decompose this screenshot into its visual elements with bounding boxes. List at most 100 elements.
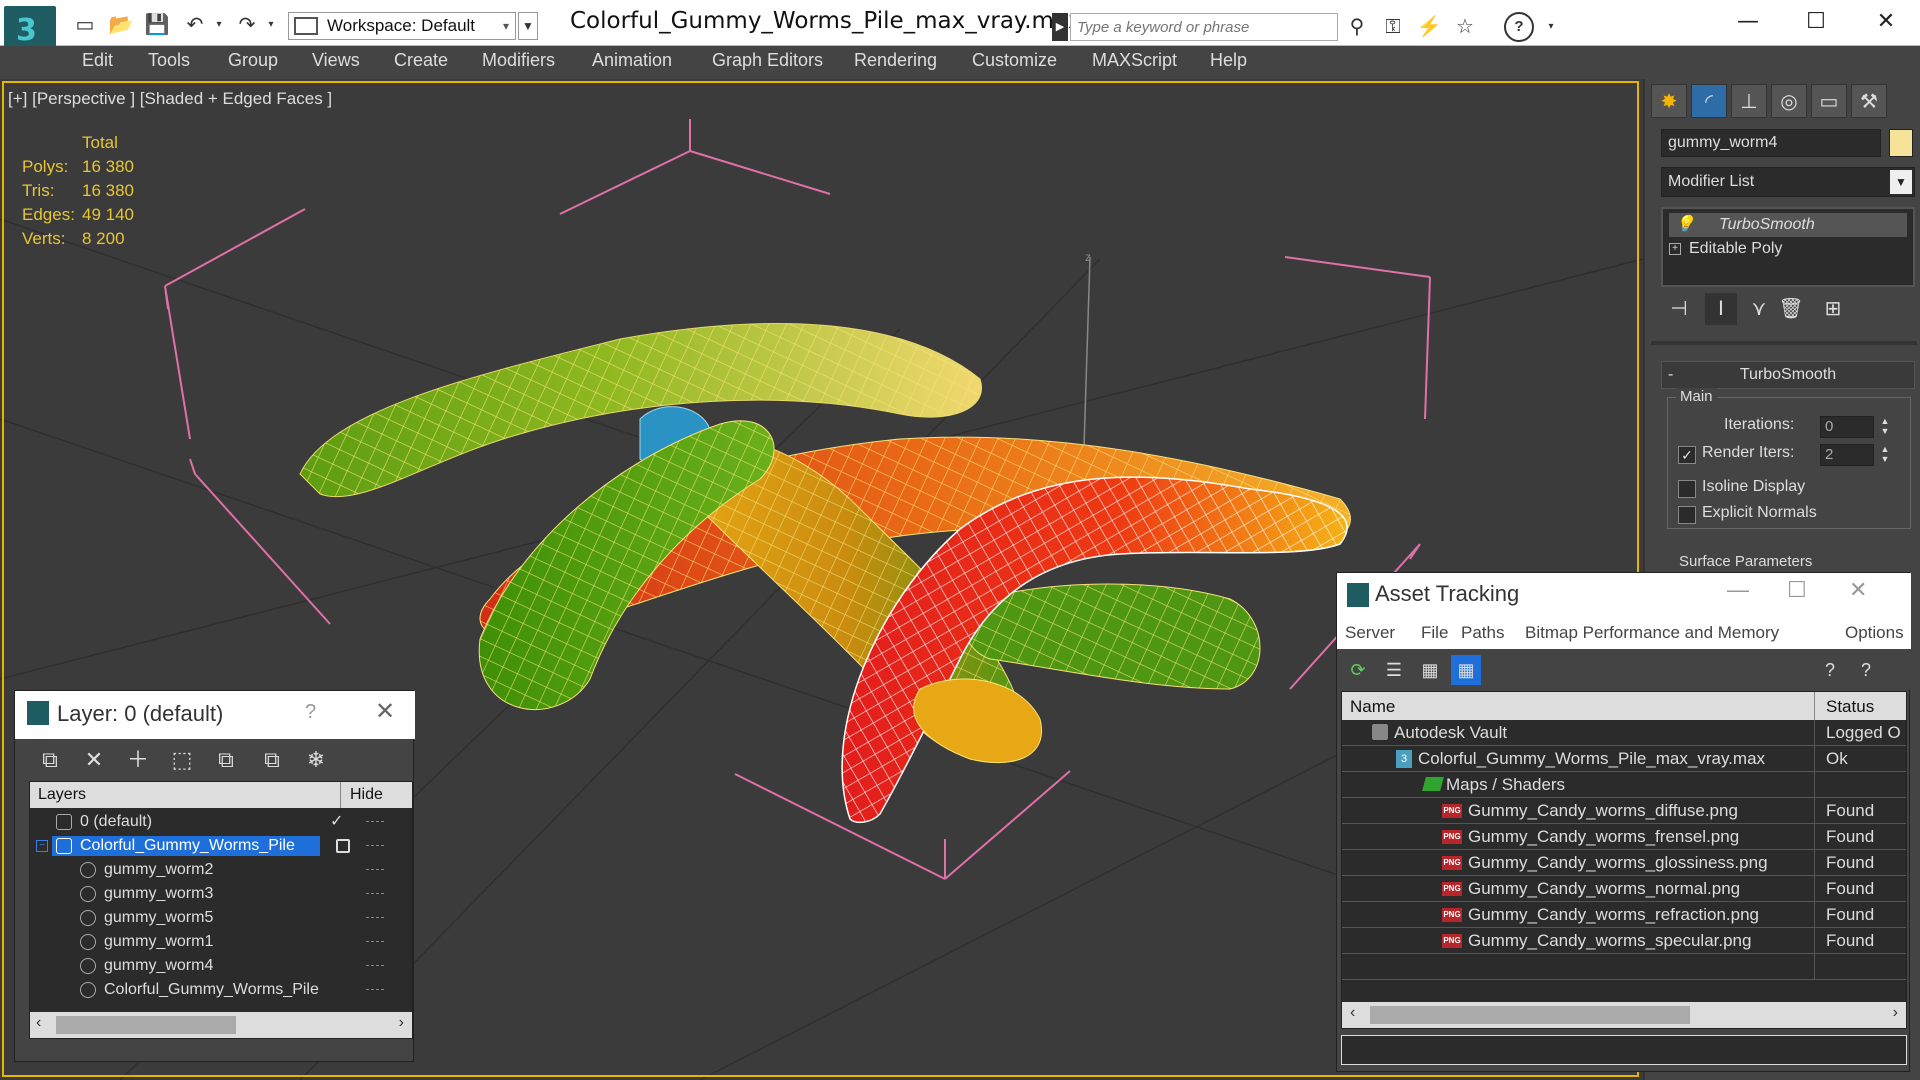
menu-file[interactable]: File	[1421, 623, 1448, 643]
hide-toggle[interactable]	[366, 845, 384, 848]
isoline-display-checkbox[interactable]	[1678, 480, 1696, 498]
render-iters-spinner[interactable]: 2	[1820, 444, 1874, 466]
expand-icon[interactable]: +	[1669, 243, 1681, 255]
thumbnail-view-icon[interactable]: ▦	[1415, 655, 1445, 685]
close-button[interactable]: ✕	[1856, 4, 1916, 40]
new-layer-icon[interactable]: ⧉	[33, 743, 67, 777]
minimize-button[interactable]: —	[1727, 577, 1749, 603]
layer-row[interactable]: gummy_worm5	[30, 906, 412, 930]
scroll-left-icon[interactable]: ‹	[1350, 1004, 1355, 1022]
iterations-spinner[interactable]: 0	[1820, 416, 1874, 438]
menu-paths[interactable]: Paths	[1461, 623, 1504, 643]
add-to-layer-icon[interactable]: ＋	[121, 743, 155, 777]
scroll-right-icon[interactable]: ›	[399, 1014, 404, 1032]
close-icon[interactable]: ✕	[375, 697, 395, 726]
layer-row[interactable]: gummy_worm3	[30, 882, 412, 906]
workspace-dropdown[interactable]: Workspace: Default ▾	[288, 12, 516, 40]
utilities-tab-icon[interactable]: ⚒	[1851, 84, 1887, 118]
render-iters-checkbox[interactable]: ✓	[1678, 446, 1696, 464]
menu-bitmap-performance[interactable]: Bitmap Performance and Memory	[1525, 623, 1779, 643]
scrollbar-thumb[interactable]	[1370, 1006, 1690, 1024]
undo-icon[interactable]: ↶	[182, 12, 208, 38]
menu-graph-editors[interactable]: Graph Editors	[712, 50, 823, 71]
asset-status-field[interactable]	[1341, 1035, 1907, 1065]
help-icon[interactable]: ?	[1815, 655, 1845, 685]
viewport-label[interactable]: [+] [Perspective ] [Shaded + Edged Faces…	[8, 89, 332, 109]
table-row[interactable]: Maps / Shaders	[1342, 772, 1906, 798]
spinner-arrows-icon[interactable]: ▲ ▼	[1878, 416, 1892, 438]
help-button[interactable]: ?	[305, 701, 316, 724]
menu-options[interactable]: Options	[1845, 623, 1904, 643]
horizontal-scrollbar[interactable]: ‹ ›	[30, 1012, 412, 1038]
table-row[interactable]: PNG Gummy_Candy_worms_diffuse.png Found	[1342, 798, 1906, 824]
list-view-icon[interactable]: ☰	[1379, 655, 1409, 685]
binoculars-icon[interactable]: ⚲	[1342, 13, 1372, 41]
table-row[interactable]: Autodesk Vault Logged O	[1342, 720, 1906, 746]
search-input[interactable]	[1070, 13, 1338, 41]
help-icon[interactable]: ?	[1504, 12, 1534, 42]
motion-tab-icon[interactable]: ◎	[1771, 84, 1807, 118]
layer-row[interactable]: gummy_worm4	[30, 954, 412, 978]
stack-item-turbosmooth[interactable]: 💡 TurboSmooth	[1669, 213, 1907, 237]
delete-layer-icon[interactable]: ✕	[77, 743, 111, 777]
scroll-right-icon[interactable]: ›	[1893, 1004, 1898, 1022]
object-name-field[interactable]: gummy_worm4	[1661, 129, 1881, 157]
undo-dropdown-icon[interactable]: ▾	[206, 12, 232, 38]
menu-customize[interactable]: Customize	[972, 50, 1057, 71]
collapse-icon[interactable]: −	[36, 840, 48, 852]
column-header-hide[interactable]: Hide	[350, 786, 383, 804]
create-tab-icon[interactable]: ✸	[1651, 84, 1687, 118]
hide-toggle[interactable]	[366, 989, 384, 992]
menu-tools[interactable]: Tools	[148, 50, 190, 71]
spinner-arrows-icon[interactable]: ▲ ▼	[1878, 444, 1892, 466]
maximize-button[interactable]: ☐	[1786, 4, 1846, 40]
menu-maxscript[interactable]: MAXScript	[1092, 50, 1177, 71]
search-expand-button[interactable]: ▶	[1052, 13, 1068, 41]
menu-help[interactable]: Help	[1210, 50, 1247, 71]
save-file-icon[interactable]: 💾	[144, 12, 170, 38]
layer-window-titlebar[interactable]: Layer: 0 (default) ? ✕	[15, 691, 415, 739]
minimize-button[interactable]: —	[1718, 4, 1778, 40]
menu-server[interactable]: Server	[1345, 623, 1395, 643]
menu-animation[interactable]: Animation	[592, 50, 672, 71]
redo-icon[interactable]: ↷	[234, 12, 260, 38]
table-row[interactable]: PNG Gummy_Candy_worms_specular.png Found	[1342, 928, 1906, 954]
scrollbar-thumb[interactable]	[56, 1016, 236, 1034]
redo-dropdown-icon[interactable]: ▾	[258, 12, 284, 38]
gummy-worms-model[interactable]	[299, 323, 1351, 824]
freeze-all-layers-icon[interactable]: ❄	[299, 743, 333, 777]
new-file-icon[interactable]: ▭	[72, 12, 98, 38]
layer-row[interactable]: 0 (default) ✓	[30, 810, 412, 834]
lightbulb-icon[interactable]: 💡	[1675, 213, 1695, 237]
menu-views[interactable]: Views	[312, 50, 360, 71]
pin-stack-icon[interactable]: ⊣	[1663, 293, 1695, 325]
hide-toggle[interactable]	[366, 917, 384, 920]
hide-toggle[interactable]	[366, 941, 384, 944]
maximize-button[interactable]: ☐	[1787, 577, 1807, 603]
workspace-menu-button[interactable]: ▼	[518, 12, 538, 40]
explicit-normals-checkbox[interactable]	[1678, 506, 1696, 524]
highlight-layer-icon[interactable]: ⧉	[209, 743, 243, 777]
make-unique-icon[interactable]: ⋎	[1743, 293, 1775, 325]
menu-edit[interactable]: Edit	[82, 50, 113, 71]
display-tab-icon[interactable]: ▭	[1811, 84, 1847, 118]
show-end-result-icon[interactable]: Ⅰ	[1705, 293, 1737, 325]
table-row[interactable]: PNG Gummy_Candy_worms_normal.png Found	[1342, 876, 1906, 902]
hide-all-layers-icon[interactable]: ⧉	[255, 743, 289, 777]
scroll-left-icon[interactable]: ‹	[36, 1014, 41, 1032]
table-row[interactable]: 3 Colorful_Gummy_Worms_Pile_max_vray.max…	[1342, 746, 1906, 772]
column-header-name[interactable]: Name	[1350, 697, 1395, 717]
table-row[interactable]: PNG Gummy_Candy_worms_refraction.png Fou…	[1342, 902, 1906, 928]
bounding-box-icon[interactable]	[336, 839, 350, 853]
modify-tab-icon[interactable]: ◜	[1691, 84, 1727, 118]
column-header-layers[interactable]: Layers	[38, 786, 86, 804]
table-row[interactable]: PNG Gummy_Candy_worms_frensel.png Found	[1342, 824, 1906, 850]
table-row[interactable]: PNG Gummy_Candy_worms_glossiness.png Fou…	[1342, 850, 1906, 876]
help-dropdown-icon[interactable]: ▾	[1536, 13, 1566, 41]
horizontal-scrollbar[interactable]: ‹ ›	[1342, 1002, 1906, 1028]
object-color-swatch[interactable]	[1889, 129, 1913, 157]
close-button[interactable]: ✕	[1849, 577, 1867, 603]
open-file-icon[interactable]: 📂	[108, 12, 134, 38]
configure-sets-icon[interactable]: ⊞	[1817, 293, 1849, 325]
table-view-icon[interactable]: ▦	[1451, 655, 1481, 685]
